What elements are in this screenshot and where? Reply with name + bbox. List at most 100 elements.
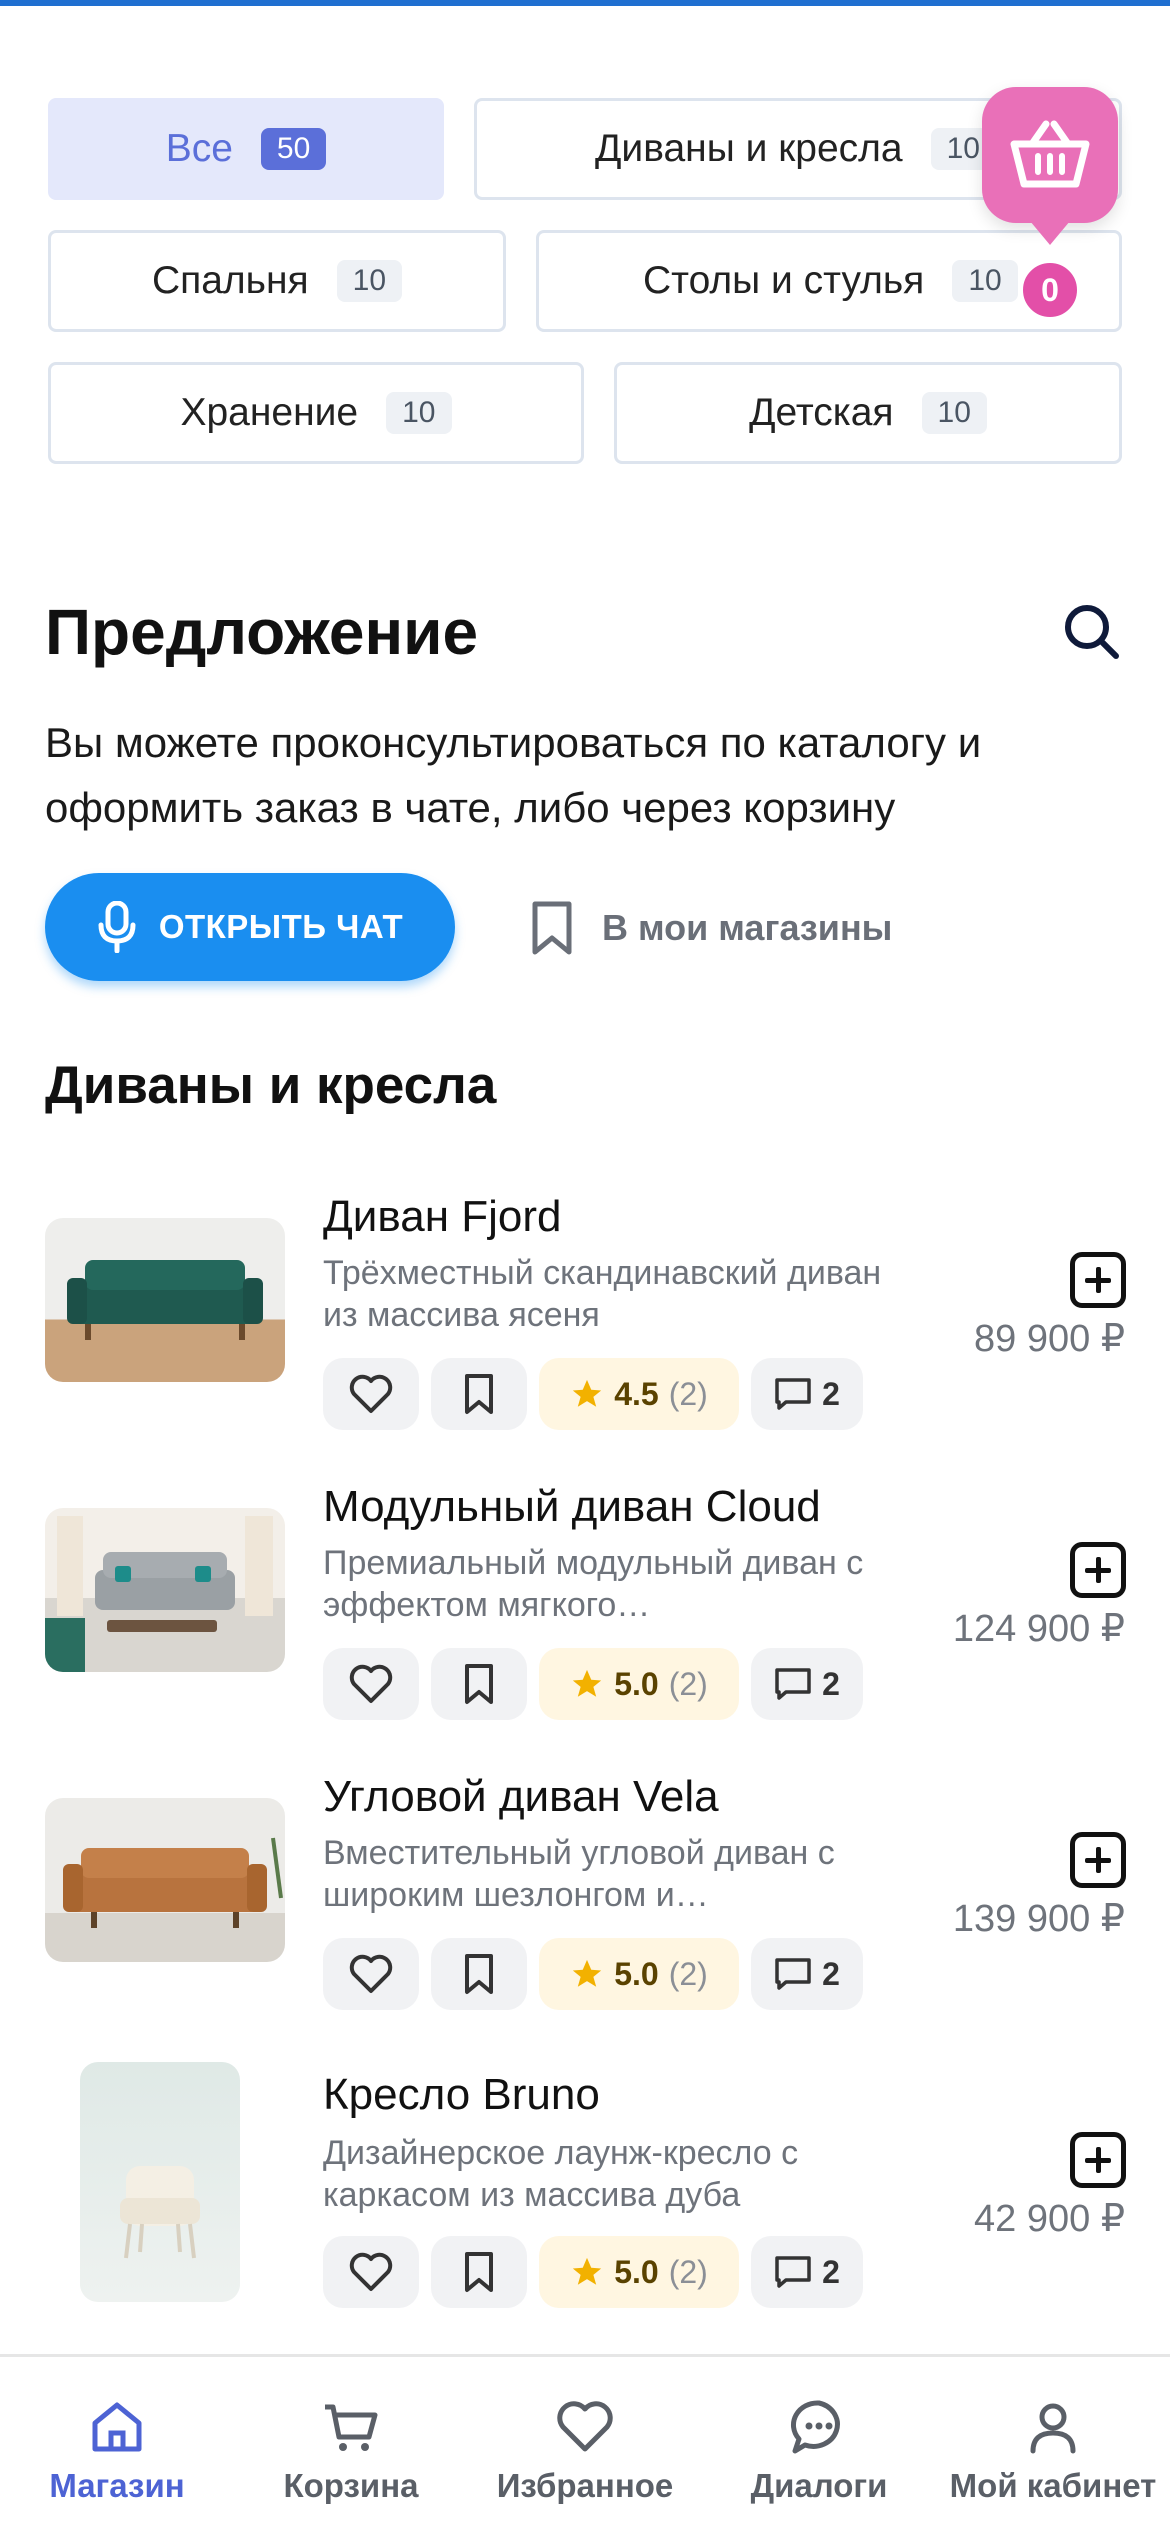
comments-button[interactable]: 2 <box>751 1648 863 1720</box>
product-price: 124 900 ₽ <box>952 1608 1125 1650</box>
category-count: 10 <box>952 260 1018 302</box>
rating-badge[interactable]: 5.0 (2) <box>539 1938 739 2010</box>
product-name[interactable]: Угловой диван Vela <box>323 1772 719 1822</box>
rating-badge[interactable]: 5.0 (2) <box>539 2236 739 2308</box>
bookmark-button[interactable] <box>431 1938 527 2010</box>
nav-item-dialogs[interactable]: Диалоги <box>702 2357 936 2532</box>
add-to-cart-button[interactable] <box>1070 1832 1126 1888</box>
product-description: Трёхместный скандинавский диван из масси… <box>323 1254 882 1334</box>
category-label: Диваны и кресла <box>595 127 903 170</box>
category-label: Все <box>165 127 233 170</box>
comments-count: 2 <box>822 1375 840 1412</box>
rating-badge[interactable]: 5.0 (2) <box>539 1648 739 1720</box>
comment-icon <box>775 1668 811 1700</box>
comment-icon <box>775 1958 811 1990</box>
star-icon <box>573 1379 602 1407</box>
comment-icon <box>775 1378 811 1410</box>
bookmark-icon <box>465 1664 493 1704</box>
nav-item-profile[interactable]: Мой кабинет <box>936 2357 1170 2532</box>
reviews-count: (2) <box>668 1955 708 1992</box>
category-label: Столы и стулья <box>643 259 925 302</box>
favorite-button[interactable] <box>323 2236 419 2308</box>
product-image <box>80 2062 240 2302</box>
page-title: Предложение <box>45 596 479 668</box>
nav-label: Мой кабинет <box>949 2467 1157 2504</box>
nav-label: Диалоги <box>750 2467 888 2504</box>
heart-icon <box>349 1664 393 1703</box>
bookmark-button[interactable] <box>431 2236 527 2308</box>
comment-icon <box>775 2256 811 2288</box>
my-shops-label: В мои магазины <box>602 907 893 948</box>
heart-icon <box>349 1954 393 1993</box>
product-row[interactable]: Модульный диван Cloud Премиальный модуль… <box>0 1472 1170 1732</box>
favorite-button[interactable] <box>323 1648 419 1720</box>
product-description: Премиальный модульный диван с эффектом м… <box>323 1544 864 1624</box>
product-row[interactable]: Угловой диван Vela Вместительный угловой… <box>0 1762 1170 2022</box>
category-heading: Диваны и кресла <box>45 1056 497 1115</box>
product-image <box>45 1508 285 1672</box>
bookmark-icon <box>465 1954 493 1994</box>
category-label: Хранение <box>180 391 359 434</box>
product-image <box>45 1218 285 1382</box>
category-count: 10 <box>336 260 403 302</box>
rating-value: 5.0 <box>614 2253 659 2290</box>
open-chat-label: ОТКРЫТЬ ЧАТ <box>158 908 404 945</box>
comments-count: 2 <box>822 1955 840 1992</box>
nav-item-cart[interactable]: Корзина <box>234 2357 468 2532</box>
product-row[interactable]: Диван Fjord Трёхместный скандинавский ди… <box>0 1182 1170 1442</box>
product-description: Дизайнерское лаунж-кресло с каркасом из … <box>323 2134 799 2214</box>
cart-count-badge: 0 <box>1020 260 1080 320</box>
user-icon <box>1030 2403 1076 2454</box>
star-icon <box>573 2257 602 2285</box>
offer-description: Вы можете проконсультироваться по катало… <box>45 719 982 831</box>
nav-item-shop[interactable]: Магазин <box>0 2357 234 2532</box>
favorite-button[interactable] <box>323 1938 419 2010</box>
category-chip-bedroom[interactable]: Спальня 10 <box>48 230 506 332</box>
product-image <box>45 1798 285 1962</box>
rating-value: 4.5 <box>614 1375 659 1412</box>
bookmark-icon <box>465 2252 493 2292</box>
category-count: 10 <box>921 392 987 434</box>
bottom-navigation: Магазин Корзина Избранное Диалоги Мой ка… <box>0 2354 1170 2532</box>
comments-button[interactable]: 2 <box>751 2236 863 2308</box>
favorite-button[interactable] <box>323 1358 419 1430</box>
search-icon[interactable] <box>1060 600 1124 664</box>
category-label: Детская <box>749 391 894 434</box>
product-price: 89 900 ₽ <box>974 1318 1125 1360</box>
product-price: 42 900 ₽ <box>974 2198 1125 2240</box>
heart-icon <box>349 2252 393 2291</box>
add-to-cart-button[interactable] <box>1070 2132 1126 2188</box>
comments-button[interactable]: 2 <box>751 1358 863 1430</box>
product-name[interactable]: Модульный диван Cloud <box>323 1482 821 1532</box>
home-icon <box>92 2402 142 2452</box>
product-name[interactable]: Диван Fjord <box>323 1192 562 1242</box>
add-to-cart-button[interactable] <box>1070 1252 1126 1308</box>
microphone-icon <box>98 901 136 953</box>
product-name[interactable]: Кресло Bruno <box>323 2070 600 2120</box>
bookmark-button[interactable] <box>431 1648 527 1720</box>
reviews-count: (2) <box>668 2253 708 2290</box>
rating-badge[interactable]: 4.5 (2) <box>539 1358 739 1430</box>
category-label: Спальня <box>151 259 309 302</box>
nav-item-favorites[interactable]: Избранное <box>468 2357 702 2532</box>
category-chip-storage[interactable]: Хранение 10 <box>48 362 584 464</box>
chat-icon <box>790 2400 840 2454</box>
add-to-my-shops-button[interactable]: В мои магазины <box>530 893 892 963</box>
nav-label: Магазин <box>49 2467 185 2504</box>
comments-count: 2 <box>822 1665 840 1702</box>
category-count: 10 <box>386 392 452 434</box>
reviews-count: (2) <box>668 1665 708 1702</box>
bookmark-icon <box>465 1374 493 1414</box>
open-chat-button[interactable]: ОТКРЫТЬ ЧАТ <box>45 873 455 981</box>
cart-fab-button[interactable] <box>982 87 1118 245</box>
heart-icon <box>349 1374 393 1413</box>
bookmark-button[interactable] <box>431 1358 527 1430</box>
add-to-cart-button[interactable] <box>1070 1542 1126 1598</box>
nav-label: Избранное <box>496 2467 674 2504</box>
category-chip-all[interactable]: Все 50 <box>48 98 444 200</box>
comments-count: 2 <box>822 2253 840 2290</box>
comments-button[interactable]: 2 <box>751 1938 863 2010</box>
product-description: Вместительный угловой диван с широким ше… <box>323 1834 835 1914</box>
category-chip-kids[interactable]: Детская 10 <box>614 362 1122 464</box>
product-row[interactable]: Кресло Bruno Дизайнерское лаунж-кресло с… <box>0 2062 1170 2322</box>
